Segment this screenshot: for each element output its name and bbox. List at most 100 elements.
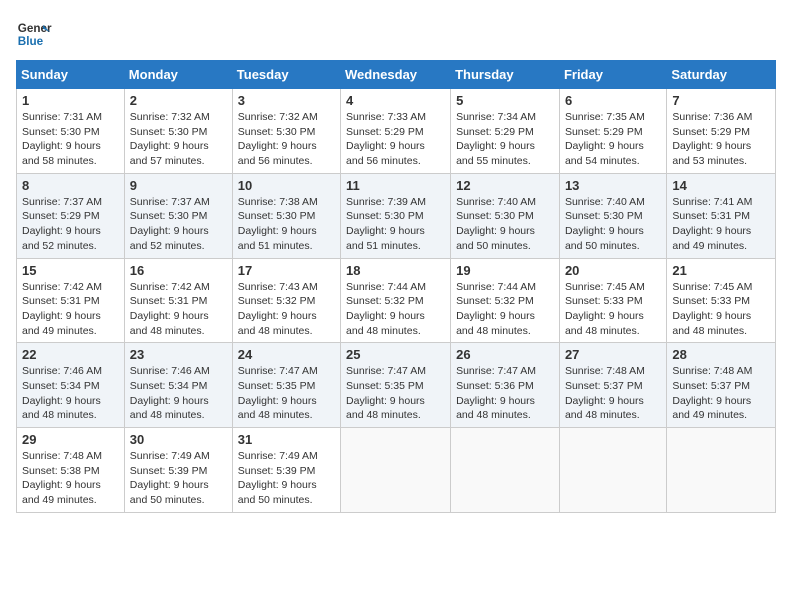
- header-sunday: Sunday: [17, 61, 125, 89]
- calendar-cell: 26 Sunrise: 7:47 AM Sunset: 5:36 PM Dayl…: [451, 343, 560, 428]
- day-number: 19: [456, 263, 554, 278]
- calendar-cell: 20 Sunrise: 7:45 AM Sunset: 5:33 PM Dayl…: [559, 258, 666, 343]
- header-tuesday: Tuesday: [232, 61, 340, 89]
- day-number: 4: [346, 93, 445, 108]
- day-detail: Sunrise: 7:40 AM Sunset: 5:30 PM Dayligh…: [565, 195, 661, 254]
- day-detail: Sunrise: 7:32 AM Sunset: 5:30 PM Dayligh…: [130, 110, 227, 169]
- day-number: 27: [565, 347, 661, 362]
- logo-icon: General Blue: [16, 16, 52, 52]
- day-detail: Sunrise: 7:40 AM Sunset: 5:30 PM Dayligh…: [456, 195, 554, 254]
- calendar-cell: [667, 428, 776, 513]
- day-detail: Sunrise: 7:31 AM Sunset: 5:30 PM Dayligh…: [22, 110, 119, 169]
- calendar-cell: 29 Sunrise: 7:48 AM Sunset: 5:38 PM Dayl…: [17, 428, 125, 513]
- calendar-cell: [341, 428, 451, 513]
- day-number: 10: [238, 178, 335, 193]
- calendar-table: SundayMondayTuesdayWednesdayThursdayFrid…: [16, 60, 776, 513]
- calendar-cell: 4 Sunrise: 7:33 AM Sunset: 5:29 PM Dayli…: [341, 89, 451, 174]
- day-detail: Sunrise: 7:45 AM Sunset: 5:33 PM Dayligh…: [672, 280, 770, 339]
- calendar-cell: 6 Sunrise: 7:35 AM Sunset: 5:29 PM Dayli…: [559, 89, 666, 174]
- day-detail: Sunrise: 7:44 AM Sunset: 5:32 PM Dayligh…: [456, 280, 554, 339]
- calendar-cell: 18 Sunrise: 7:44 AM Sunset: 5:32 PM Dayl…: [341, 258, 451, 343]
- day-detail: Sunrise: 7:32 AM Sunset: 5:30 PM Dayligh…: [238, 110, 335, 169]
- header-thursday: Thursday: [451, 61, 560, 89]
- day-detail: Sunrise: 7:44 AM Sunset: 5:32 PM Dayligh…: [346, 280, 445, 339]
- day-number: 21: [672, 263, 770, 278]
- calendar-cell: 10 Sunrise: 7:38 AM Sunset: 5:30 PM Dayl…: [232, 173, 340, 258]
- day-detail: Sunrise: 7:41 AM Sunset: 5:31 PM Dayligh…: [672, 195, 770, 254]
- calendar-cell: 16 Sunrise: 7:42 AM Sunset: 5:31 PM Dayl…: [124, 258, 232, 343]
- week-row-4: 22 Sunrise: 7:46 AM Sunset: 5:34 PM Dayl…: [17, 343, 776, 428]
- calendar-header-row: SundayMondayTuesdayWednesdayThursdayFrid…: [17, 61, 776, 89]
- header-wednesday: Wednesday: [341, 61, 451, 89]
- calendar-cell: 3 Sunrise: 7:32 AM Sunset: 5:30 PM Dayli…: [232, 89, 340, 174]
- calendar-cell: 14 Sunrise: 7:41 AM Sunset: 5:31 PM Dayl…: [667, 173, 776, 258]
- day-detail: Sunrise: 7:43 AM Sunset: 5:32 PM Dayligh…: [238, 280, 335, 339]
- day-detail: Sunrise: 7:35 AM Sunset: 5:29 PM Dayligh…: [565, 110, 661, 169]
- week-row-1: 1 Sunrise: 7:31 AM Sunset: 5:30 PM Dayli…: [17, 89, 776, 174]
- calendar-cell: 8 Sunrise: 7:37 AM Sunset: 5:29 PM Dayli…: [17, 173, 125, 258]
- day-number: 14: [672, 178, 770, 193]
- svg-text:General: General: [18, 22, 52, 35]
- day-detail: Sunrise: 7:38 AM Sunset: 5:30 PM Dayligh…: [238, 195, 335, 254]
- calendar-cell: [451, 428, 560, 513]
- calendar-cell: 7 Sunrise: 7:36 AM Sunset: 5:29 PM Dayli…: [667, 89, 776, 174]
- day-number: 8: [22, 178, 119, 193]
- calendar-cell: 15 Sunrise: 7:42 AM Sunset: 5:31 PM Dayl…: [17, 258, 125, 343]
- calendar-cell: 30 Sunrise: 7:49 AM Sunset: 5:39 PM Dayl…: [124, 428, 232, 513]
- calendar-cell: 22 Sunrise: 7:46 AM Sunset: 5:34 PM Dayl…: [17, 343, 125, 428]
- day-detail: Sunrise: 7:36 AM Sunset: 5:29 PM Dayligh…: [672, 110, 770, 169]
- calendar-cell: 12 Sunrise: 7:40 AM Sunset: 5:30 PM Dayl…: [451, 173, 560, 258]
- day-detail: Sunrise: 7:47 AM Sunset: 5:36 PM Dayligh…: [456, 364, 554, 423]
- day-detail: Sunrise: 7:33 AM Sunset: 5:29 PM Dayligh…: [346, 110, 445, 169]
- day-detail: Sunrise: 7:48 AM Sunset: 5:38 PM Dayligh…: [22, 449, 119, 508]
- calendar-cell: 28 Sunrise: 7:48 AM Sunset: 5:37 PM Dayl…: [667, 343, 776, 428]
- day-detail: Sunrise: 7:48 AM Sunset: 5:37 PM Dayligh…: [565, 364, 661, 423]
- day-detail: Sunrise: 7:39 AM Sunset: 5:30 PM Dayligh…: [346, 195, 445, 254]
- calendar-body: 1 Sunrise: 7:31 AM Sunset: 5:30 PM Dayli…: [17, 89, 776, 513]
- day-number: 11: [346, 178, 445, 193]
- calendar-cell: 21 Sunrise: 7:45 AM Sunset: 5:33 PM Dayl…: [667, 258, 776, 343]
- calendar-cell: 5 Sunrise: 7:34 AM Sunset: 5:29 PM Dayli…: [451, 89, 560, 174]
- day-number: 26: [456, 347, 554, 362]
- day-number: 6: [565, 93, 661, 108]
- day-detail: Sunrise: 7:34 AM Sunset: 5:29 PM Dayligh…: [456, 110, 554, 169]
- day-detail: Sunrise: 7:46 AM Sunset: 5:34 PM Dayligh…: [130, 364, 227, 423]
- day-number: 2: [130, 93, 227, 108]
- calendar-cell: 25 Sunrise: 7:47 AM Sunset: 5:35 PM Dayl…: [341, 343, 451, 428]
- calendar-cell: 13 Sunrise: 7:40 AM Sunset: 5:30 PM Dayl…: [559, 173, 666, 258]
- day-number: 18: [346, 263, 445, 278]
- calendar-cell: 31 Sunrise: 7:49 AM Sunset: 5:39 PM Dayl…: [232, 428, 340, 513]
- calendar-cell: 11 Sunrise: 7:39 AM Sunset: 5:30 PM Dayl…: [341, 173, 451, 258]
- day-detail: Sunrise: 7:48 AM Sunset: 5:37 PM Dayligh…: [672, 364, 770, 423]
- calendar-cell: 19 Sunrise: 7:44 AM Sunset: 5:32 PM Dayl…: [451, 258, 560, 343]
- day-number: 5: [456, 93, 554, 108]
- day-number: 13: [565, 178, 661, 193]
- header-monday: Monday: [124, 61, 232, 89]
- header-saturday: Saturday: [667, 61, 776, 89]
- calendar-cell: 23 Sunrise: 7:46 AM Sunset: 5:34 PM Dayl…: [124, 343, 232, 428]
- day-number: 25: [346, 347, 445, 362]
- day-detail: Sunrise: 7:46 AM Sunset: 5:34 PM Dayligh…: [22, 364, 119, 423]
- week-row-2: 8 Sunrise: 7:37 AM Sunset: 5:29 PM Dayli…: [17, 173, 776, 258]
- day-number: 16: [130, 263, 227, 278]
- day-number: 29: [22, 432, 119, 447]
- calendar-cell: 9 Sunrise: 7:37 AM Sunset: 5:30 PM Dayli…: [124, 173, 232, 258]
- day-number: 9: [130, 178, 227, 193]
- svg-text:Blue: Blue: [18, 35, 44, 48]
- day-number: 31: [238, 432, 335, 447]
- calendar-cell: [559, 428, 666, 513]
- calendar-cell: 2 Sunrise: 7:32 AM Sunset: 5:30 PM Dayli…: [124, 89, 232, 174]
- calendar-cell: 24 Sunrise: 7:47 AM Sunset: 5:35 PM Dayl…: [232, 343, 340, 428]
- day-detail: Sunrise: 7:49 AM Sunset: 5:39 PM Dayligh…: [130, 449, 227, 508]
- day-detail: Sunrise: 7:47 AM Sunset: 5:35 PM Dayligh…: [238, 364, 335, 423]
- logo: General Blue: [16, 16, 56, 52]
- week-row-3: 15 Sunrise: 7:42 AM Sunset: 5:31 PM Dayl…: [17, 258, 776, 343]
- day-detail: Sunrise: 7:37 AM Sunset: 5:29 PM Dayligh…: [22, 195, 119, 254]
- day-number: 7: [672, 93, 770, 108]
- day-number: 22: [22, 347, 119, 362]
- week-row-5: 29 Sunrise: 7:48 AM Sunset: 5:38 PM Dayl…: [17, 428, 776, 513]
- day-number: 1: [22, 93, 119, 108]
- day-number: 12: [456, 178, 554, 193]
- day-number: 30: [130, 432, 227, 447]
- day-detail: Sunrise: 7:37 AM Sunset: 5:30 PM Dayligh…: [130, 195, 227, 254]
